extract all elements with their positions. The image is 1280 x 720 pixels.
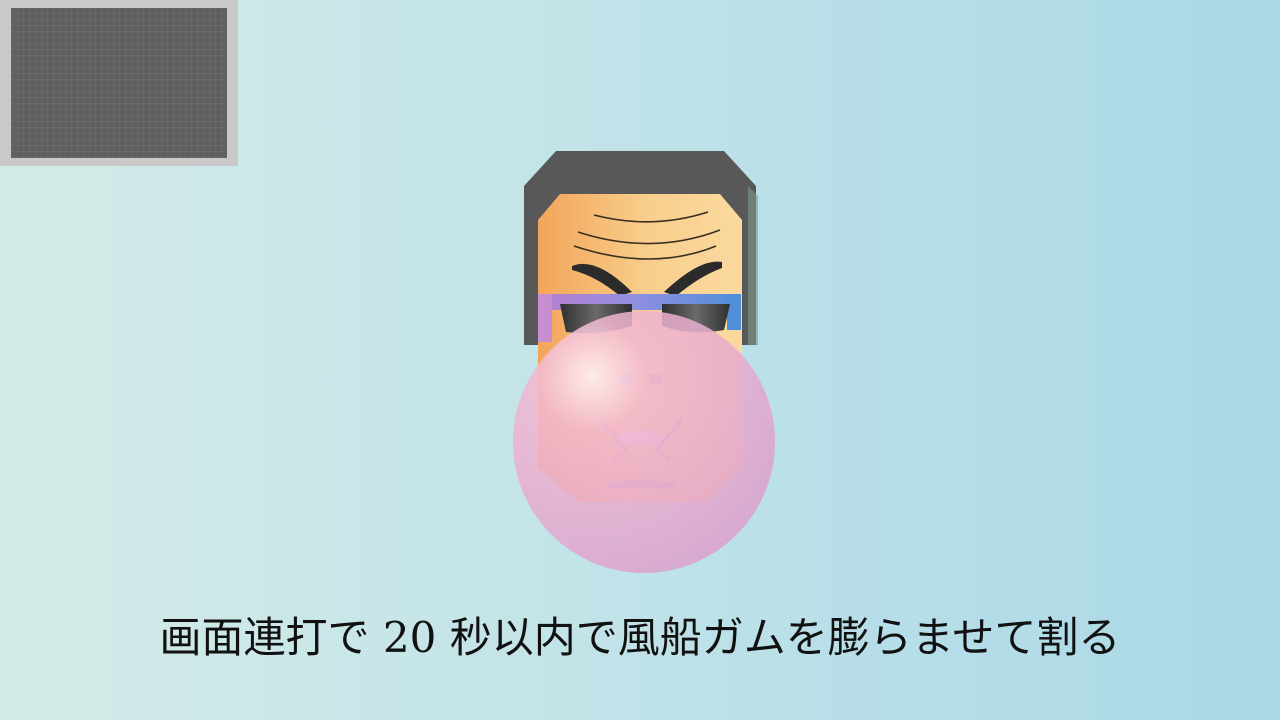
bubble-gum-icon[interactable] — [513, 311, 775, 573]
game-stage[interactable]: 画面連打で 20 秒以内で風船ガムを膨らませて割る — [0, 0, 1280, 720]
instruction-text: 画面連打で 20 秒以内で風船ガムを膨らませて割る — [159, 613, 1121, 662]
